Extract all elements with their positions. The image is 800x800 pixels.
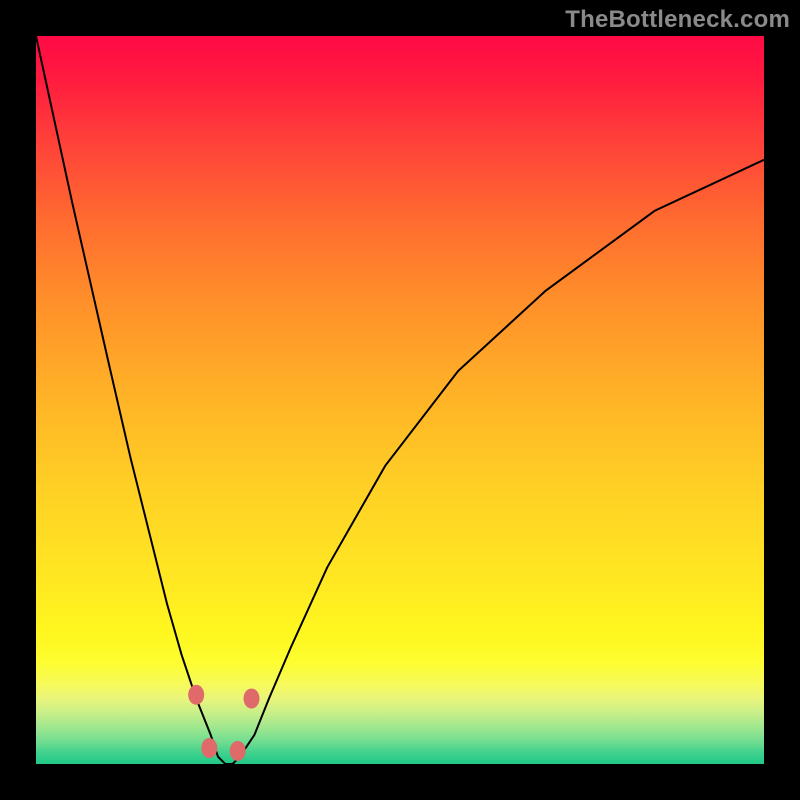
curve-marker (230, 741, 246, 761)
plot-area (36, 36, 764, 764)
curve-marker (201, 738, 217, 758)
watermark-text: TheBottleneck.com (565, 6, 790, 34)
curve-markers (188, 685, 259, 761)
curve-marker (244, 689, 260, 709)
bottleneck-curve (36, 36, 764, 764)
curve-layer (36, 36, 764, 764)
chart-frame: TheBottleneck.com (0, 0, 800, 800)
curve-marker (188, 685, 204, 705)
